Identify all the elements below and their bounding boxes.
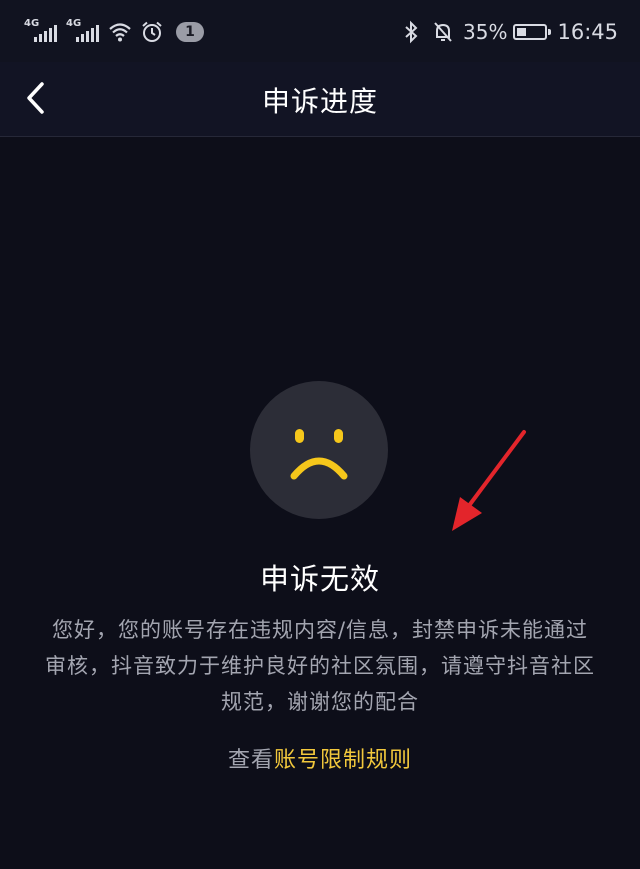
page-title: 申诉进度 xyxy=(261,85,378,118)
rules-link-row: 查看账号限制规则 xyxy=(0,742,640,774)
battery-percent: 35% xyxy=(463,20,508,44)
result-title: 申诉无效 xyxy=(259,562,380,596)
wifi-icon xyxy=(109,23,131,42)
status-time: 16:45 xyxy=(557,20,618,44)
sad-face-icon xyxy=(250,381,388,519)
notification-badge: 1 xyxy=(176,22,204,42)
nav-bar: 申诉进度 xyxy=(0,62,640,137)
red-arrow-icon xyxy=(452,430,526,531)
screen: 4G 4G 1 35% 16:45 申诉进度 申诉无效 您好，您的账号存在违规内… xyxy=(0,0,640,869)
mute-icon xyxy=(434,22,452,42)
result-description: 您好，您的账号存在违规内容/信息，封禁申诉未能通过审核，抖音致力于维护良好的社区… xyxy=(45,618,595,714)
battery-icon xyxy=(513,24,552,40)
alarm-icon xyxy=(142,21,162,42)
rules-prefix: 查看 xyxy=(227,748,274,773)
bluetooth-icon xyxy=(405,20,418,44)
signal-icon: 4G xyxy=(24,18,58,44)
battery-level-fill xyxy=(517,28,527,36)
account-rules-link[interactable]: 账号限制规则 xyxy=(274,748,412,773)
status-bar: 4G 4G 1 35% 16:45 xyxy=(0,0,640,62)
status-right: 35% 16:45 xyxy=(399,18,618,46)
signal-icon: 4G xyxy=(66,18,100,44)
status-left: 4G 4G 1 xyxy=(24,18,204,46)
